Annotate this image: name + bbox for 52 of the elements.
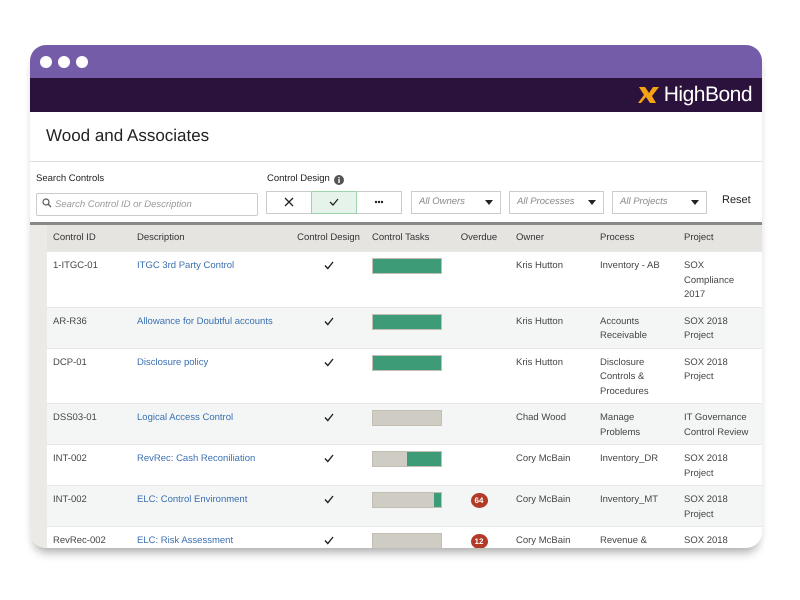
window-dot-icon[interactable] [76,56,88,68]
column-header: Owner [510,224,594,252]
search-label: Search Controls [36,172,104,186]
overdue-badge: 64 [470,493,488,508]
table-cell: SOX 2018 Project [678,307,762,348]
info-icon[interactable] [334,174,344,185]
description-link[interactable]: ELC: Risk Assessment [137,535,234,546]
column-header: Control Design [291,224,366,252]
window-dot-icon[interactable] [40,56,52,68]
table-cell: Cory McBain [510,526,594,548]
caret-icon [485,200,493,205]
column-header: Process [594,224,678,252]
caret-icon [691,200,699,205]
column-header: Control ID [47,224,131,252]
description-link[interactable]: ITGC 3rd Party Control [137,260,234,272]
page-title: Wood and Associates [30,112,762,162]
column-header: Overdue [448,224,510,252]
table-cell: AR-R36 [47,307,131,348]
table-cell: Accounts Receivable [594,307,678,348]
table-cell: SOX 2018 [678,526,762,548]
filter-option[interactable] [266,190,312,214]
search-field[interactable]: Search Control ID or Description [36,190,258,214]
window-dot-icon[interactable] [58,56,70,68]
brand-name: HighBond [664,82,752,108]
filter-dropdown[interactable]: All Projects [612,190,707,214]
table-cell: INT-002 [47,486,131,527]
table-cell: Cory McBain [510,486,594,527]
reset-button[interactable]: Reset [716,192,751,214]
overdue-badge: 12 [470,534,488,548]
table-cell: Kris Hutton [510,307,594,348]
description-link[interactable]: Logical Access Control [137,412,234,424]
filter-dropdown[interactable]: All Processes [509,190,604,214]
table-cell: Chad Wood [510,404,594,445]
filter-label: Control Design [267,172,330,186]
table-cell: IT Governance Control Review [678,404,762,445]
logo-icon [638,85,660,105]
table-cell: RevRec-002 [47,526,131,548]
table-cell: Manage Problems [594,404,678,445]
close-icon [284,197,294,208]
column-header: Control Tasks [366,224,448,252]
check-icon [329,197,339,208]
column-header: Project [678,224,762,252]
column-header: Description [131,224,291,252]
filter-dropdown[interactable]: All Owners [411,190,501,214]
description-link[interactable]: Disclosure policy [137,356,208,368]
table-cell: DSS03-01 [47,404,131,445]
description-link[interactable]: RevRec: Cash Reconiliation [137,453,256,464]
description-link[interactable]: ELC: Control Environment [137,494,248,506]
table-cell: SOX 2018 Project [678,486,762,527]
table-cell: Revenue & [594,526,678,548]
table-cell: Inventory_MT [594,486,678,527]
caret-icon [588,200,596,205]
